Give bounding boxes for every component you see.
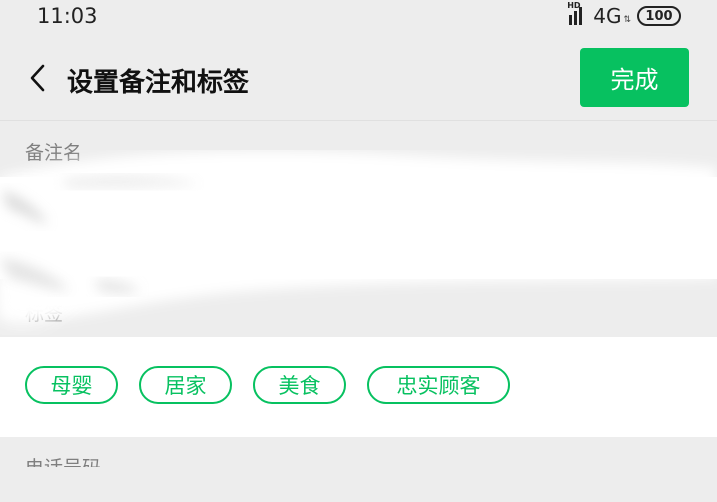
divider (0, 120, 717, 121)
done-button[interactable]: 完成 (580, 48, 689, 107)
hd-badge: HD (567, 1, 581, 10)
chevron-left-icon (30, 64, 45, 92)
remark-section-label: 备注名 (25, 142, 83, 164)
battery-icon: 100 (637, 6, 681, 26)
status-bar: 11:03 HD 4G ⇅ 100 (0, 0, 717, 40)
tag-muying[interactable]: 母婴 (25, 366, 118, 404)
tags-section-label: 标签 (25, 303, 64, 325)
tag-meishi[interactable]: 美食 (253, 366, 346, 404)
page-title: 设置备注和标签 (67, 68, 250, 98)
tag-label: 母婴 (50, 374, 93, 398)
tag-zhongshi-guke[interactable]: 忠实顾客 (367, 366, 510, 404)
phone-section (0, 467, 717, 502)
nav-bar: 设置备注和标签 完成 (0, 40, 717, 120)
network-type: 4G (593, 4, 622, 28)
data-arrows-icon: ⇅ (623, 15, 631, 25)
tag-jujia[interactable]: 居家 (139, 366, 232, 404)
status-time: 11:03 (37, 4, 98, 28)
battery-level: 100 (645, 8, 673, 24)
back-button[interactable] (18, 56, 58, 100)
tags-row: 母婴 居家 美食 忠实顾客 (0, 337, 717, 437)
signal-icon: HD (567, 1, 587, 25)
tag-label: 居家 (164, 374, 207, 398)
tag-label: 忠实顾客 (396, 374, 481, 398)
status-icons: HD 4G ⇅ 100 (567, 1, 681, 28)
tag-label: 美食 (278, 374, 321, 398)
remark-input[interactable] (0, 177, 717, 279)
